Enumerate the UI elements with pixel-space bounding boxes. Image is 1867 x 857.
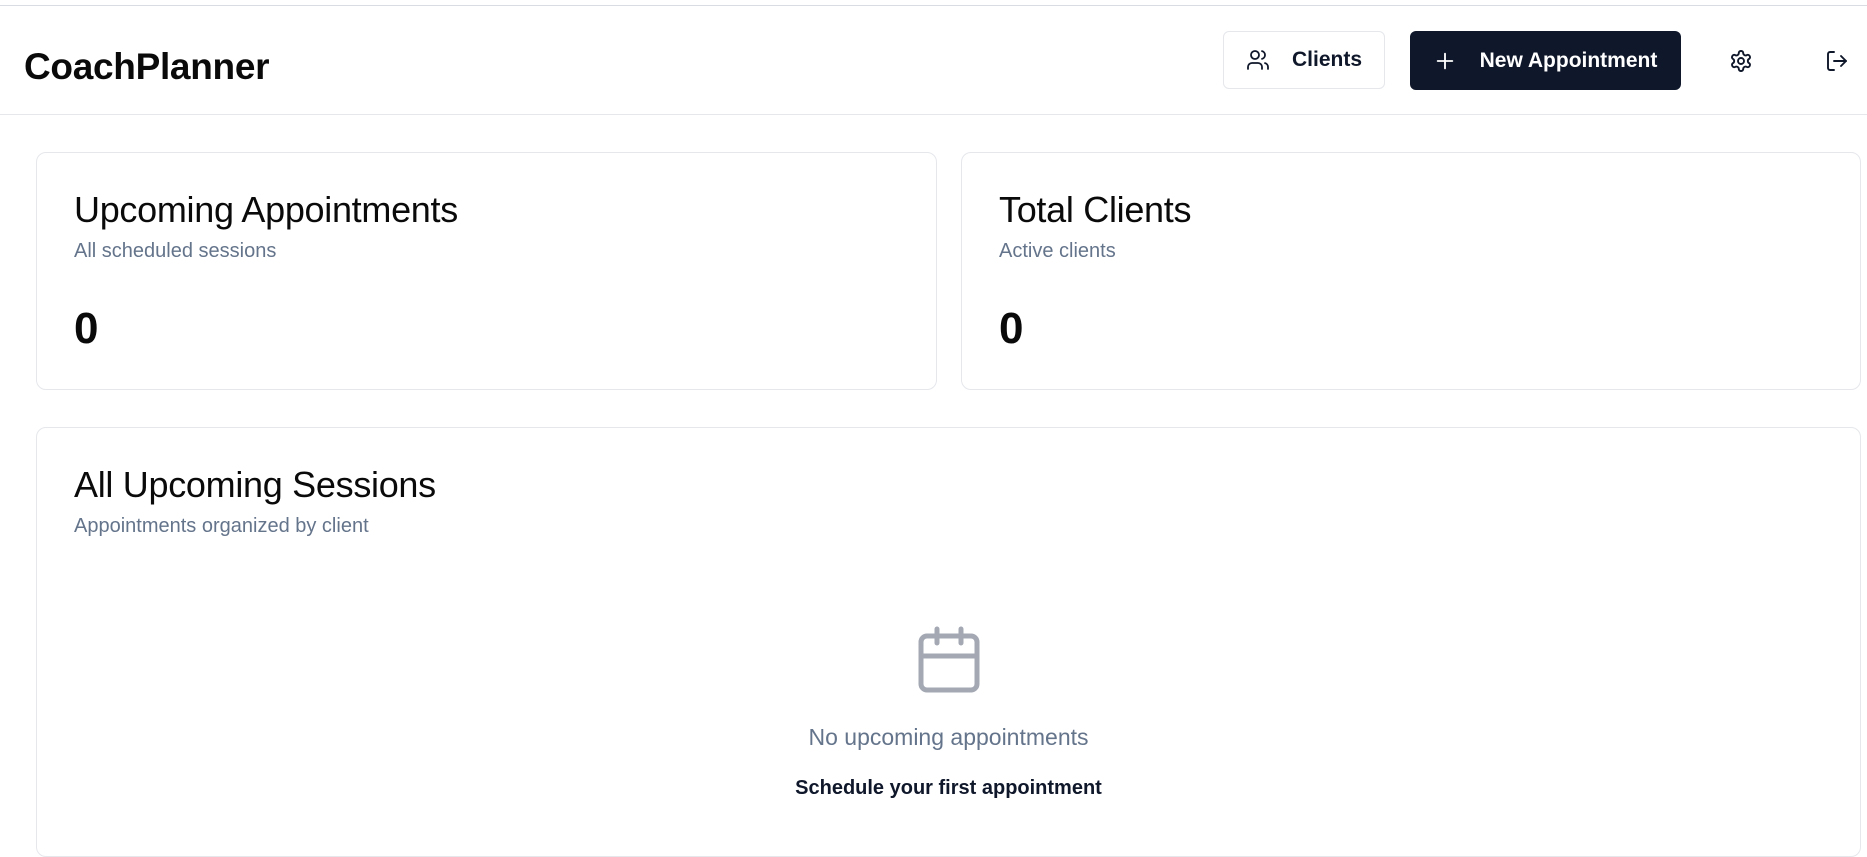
settings-button[interactable]: [1726, 46, 1756, 76]
upcoming-sessions-card: All Upcoming Sessions Appointments organ…: [36, 427, 1861, 857]
total-clients-count: 0: [999, 304, 1024, 353]
empty-state: No upcoming appointments Schedule your f…: [37, 626, 1860, 800]
new-appointment-button[interactable]: New Appointment: [1410, 31, 1681, 90]
clients-button-label: Clients: [1291, 48, 1362, 71]
total-clients-subtitle: Active clients: [999, 240, 1116, 262]
brand-logo[interactable]: CoachPlanner: [24, 46, 270, 88]
upcoming-appointments-card: Upcoming Appointments All scheduled sess…: [36, 152, 937, 390]
upcoming-appointments-subtitle: All scheduled sessions: [74, 240, 277, 262]
total-clients-title: Total Clients: [999, 189, 1192, 230]
settings-icon: [1729, 49, 1753, 73]
upcoming-sessions-title: All Upcoming Sessions: [74, 464, 436, 505]
upcoming-appointments-title: Upcoming Appointments: [74, 189, 458, 230]
empty-state-title: No upcoming appointments: [808, 724, 1089, 750]
clients-button[interactable]: Clients: [1223, 31, 1385, 89]
users-icon: [1246, 48, 1270, 72]
app-header: CoachPlanner Clients New Appointment: [0, 6, 1867, 115]
plus-icon: [1434, 50, 1456, 72]
total-clients-card: Total Clients Active clients 0: [961, 152, 1861, 390]
logout-icon: [1825, 49, 1849, 73]
new-appointment-label: New Appointment: [1479, 48, 1658, 72]
upcoming-appointments-count: 0: [74, 304, 99, 353]
logout-button[interactable]: [1822, 46, 1852, 76]
upcoming-sessions-subtitle: Appointments organized by client: [74, 515, 369, 537]
schedule-first-appointment-link[interactable]: Schedule your first appointment: [795, 777, 1102, 800]
calendar-icon: [917, 626, 981, 694]
